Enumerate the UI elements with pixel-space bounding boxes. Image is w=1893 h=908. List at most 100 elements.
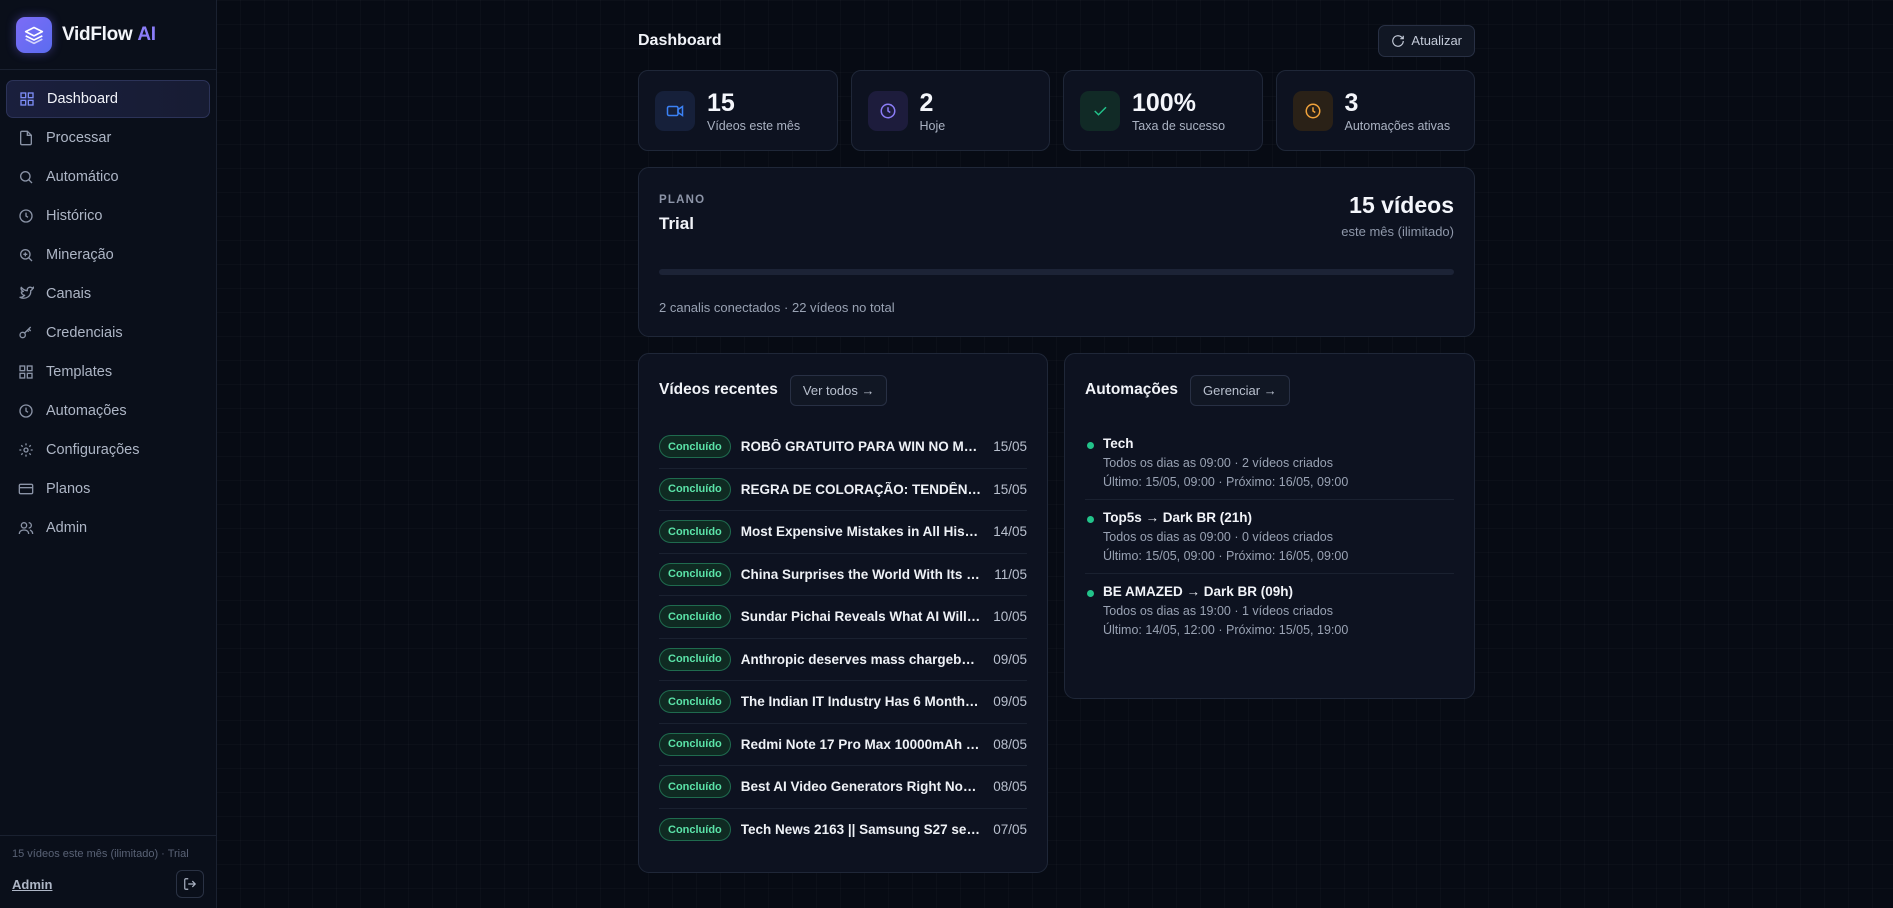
video-date: 08/05 — [993, 736, 1027, 752]
view-all-button[interactable]: Ver todos → — [789, 374, 888, 406]
stat-label: Vídeos este mês — [707, 118, 801, 133]
automation-name: Top5s → Dark BR (21h) — [1103, 510, 1253, 525]
video-row[interactable]: Concluído Best AI Video Generators Right … — [659, 766, 1027, 809]
stat-label: Hoje — [919, 118, 946, 133]
automation-schedule: Todos os dias as 09:00 · 2 vídeos criado… — [1103, 456, 1333, 470]
video-date: 10/05 — [993, 609, 1027, 625]
sidebar-footer: 15 vídeos este mês (ilimitado) · Trial A… — [0, 835, 216, 908]
nav-label: Automações — [46, 403, 127, 419]
nav-label: Credenciais — [46, 325, 123, 341]
automation-item[interactable]: Top5s → Dark BR (21h) Todos os dias as 09… — [1085, 500, 1454, 574]
section-title: Automações — [1085, 381, 1179, 398]
nav-label: Histórico — [46, 208, 103, 224]
plan-summary: 2 canalis conectados · 22 vídeos no tota… — [659, 300, 895, 315]
refresh-icon — [1392, 34, 1405, 47]
nav-item-credenciais[interactable]: Credenciais — [6, 314, 210, 352]
logout-button[interactable] — [176, 870, 204, 898]
video-title: Best AI Video Generators Right Now in 20… — [740, 779, 981, 795]
grid-icon — [19, 91, 35, 107]
nav-label: Mineração — [46, 247, 114, 263]
plan-count: 15 vídeos — [1349, 192, 1454, 218]
stat-value: 15 — [707, 88, 735, 117]
nav-item-admin[interactable]: Admin — [6, 509, 210, 547]
logout-icon — [184, 878, 197, 890]
stats-row: 15 Vídeos este mês 2 Hoje 100% Taxa de suce… — [638, 70, 1475, 151]
clock-icon — [18, 403, 34, 419]
clock-icon — [867, 90, 908, 131]
nav-item-processar[interactable]: Processar — [6, 119, 210, 157]
automation-name: Tech — [1103, 436, 1134, 451]
video-row[interactable]: Concluído REGRA DE COLORAÇÃO: TENDÊNCIAS … — [659, 469, 1027, 511]
automation-schedule: Todos os dias as 09:00 · 0 vídeos criado… — [1103, 530, 1333, 544]
nav-item-dashboard[interactable]: Dashboard — [6, 80, 210, 118]
video-row[interactable]: Concluído The Indian IT Industry Has 6 Mo… — [659, 681, 1027, 724]
refresh-label: Atualizar — [1411, 33, 1462, 48]
video-date: 08/05 — [993, 779, 1027, 795]
status-badge: Concluído — [659, 732, 731, 756]
video-date: 09/05 — [993, 651, 1027, 667]
clock-icon — [18, 208, 34, 224]
page-title: Dashboard — [638, 31, 722, 49]
video-row[interactable]: Concluído Sundar Pichai Reveals What AI W… — [659, 596, 1027, 639]
video-title: REGRA DE COLORAÇÃO: TENDÊNCIAS DO MERCAD… — [740, 481, 982, 497]
automation-name: BE AMAZED → Dark BR (09h) — [1103, 584, 1294, 599]
video-title: Tech News 2163 || Samsung S27 series lea… — [740, 822, 981, 838]
grid-icon — [18, 364, 34, 380]
nav-item-canais[interactable]: Canais — [6, 275, 210, 313]
automation-item[interactable]: Tech Todos os dias as 09:00 · 2 vídeos cr… — [1085, 426, 1454, 500]
nav-item-templates[interactable]: Templates — [6, 353, 210, 391]
video-row[interactable]: Concluído Most Expensive Mistakes in All … — [659, 511, 1027, 554]
stat-card-videos: 15 Vídeos este mês — [638, 70, 838, 151]
plan-progress-bar — [659, 269, 1454, 275]
key-icon — [18, 325, 34, 341]
refresh-button[interactable]: Atualizar — [1378, 24, 1475, 57]
video-row[interactable]: Concluído China Surprises the World With … — [659, 554, 1027, 596]
automation-list: Tech Todos os dias as 09:00 · 2 vídeos cr… — [1085, 426, 1454, 647]
automation-item[interactable]: BE AMAZED → Dark BR (09h) Todos os dias a… — [1085, 574, 1454, 647]
nav-item-automatico[interactable]: Automático — [6, 158, 210, 196]
manage-button[interactable]: Gerenciar → — [1190, 374, 1290, 406]
layers-icon[interactable] — [16, 16, 52, 53]
nav-label: Processar — [46, 130, 112, 146]
app-name: VidFlow AI — [62, 23, 156, 45]
video-row[interactable]: Concluído Tech News 2163 || Samsung S27 s… — [659, 809, 1027, 852]
status-badge: Concluído — [659, 435, 731, 459]
nav-item-automacoes[interactable]: Automações — [6, 392, 210, 430]
automation-timing: Último: 15/05, 09:00 · Próximo: 16/05, 0… — [1103, 475, 1349, 489]
video-title: Redmi Note 17 Pro Max 10000mAh First Loo… — [740, 736, 981, 752]
status-dot — [1087, 442, 1094, 449]
video-title: The Indian IT Industry Has 6 Months Left — [740, 694, 982, 710]
video-title: Sundar Pichai Reveals What AI Will Do Ne… — [740, 609, 981, 625]
video-title: Most Expensive Mistakes in All History — [740, 524, 982, 540]
status-badge: Concluído — [659, 477, 731, 501]
video-row[interactable]: Concluído ROBÔ GRATUITO PARA WIN NO MT5 (… — [659, 426, 1027, 469]
video-list: Concluído ROBÔ GRATUITO PARA WIN NO MT5 (… — [659, 426, 1027, 851]
usage-note: 15 vídeos este mês (ilimitado) · Trial — [12, 848, 189, 860]
nav-item-configuracoes[interactable]: Configurações — [6, 431, 210, 469]
nav-label: Automático — [46, 169, 119, 185]
stat-card-automations: 3 Automações ativas — [1275, 70, 1475, 151]
nav-item-planos[interactable]: Planos — [6, 470, 210, 508]
nav-item-historico[interactable]: Histórico — [6, 197, 210, 235]
gear-icon — [18, 442, 34, 458]
status-badge: Concluído — [659, 775, 731, 799]
stat-label: Taxa de sucesso — [1132, 118, 1226, 133]
plan-label: PLANO — [659, 194, 706, 206]
nav-item-mineracao[interactable]: Mineração — [6, 236, 210, 274]
video-date: 09/05 — [993, 694, 1027, 710]
video-title: Anthropic deserves mass chargebacks now — [740, 651, 981, 667]
stat-card-success: 100% Taxa de sucesso — [1063, 70, 1263, 151]
main-content: Dashboard Atualizar 15 Vídeos este mês 2H… — [638, 24, 1475, 873]
stat-value: 3 — [1344, 88, 1359, 117]
brand: VidFlow AI — [0, 0, 216, 70]
stat-label: Automações ativas — [1344, 118, 1451, 133]
nav-label: Dashboard — [47, 91, 118, 107]
sidebar: VidFlow AI Dashboard Processar Automático… — [0, 0, 217, 908]
video-row[interactable]: Concluído Redmi Note 17 Pro Max 10000mAh … — [659, 724, 1027, 766]
video-date: 11/05 — [994, 566, 1027, 582]
status-badge: Concluído — [659, 818, 731, 842]
video-date: 15/05 — [993, 481, 1027, 497]
video-row[interactable]: Concluído Anthropic deserves mass chargeb… — [659, 639, 1027, 681]
user-link[interactable]: Admin — [12, 877, 52, 892]
nav-label: Admin — [46, 520, 88, 536]
